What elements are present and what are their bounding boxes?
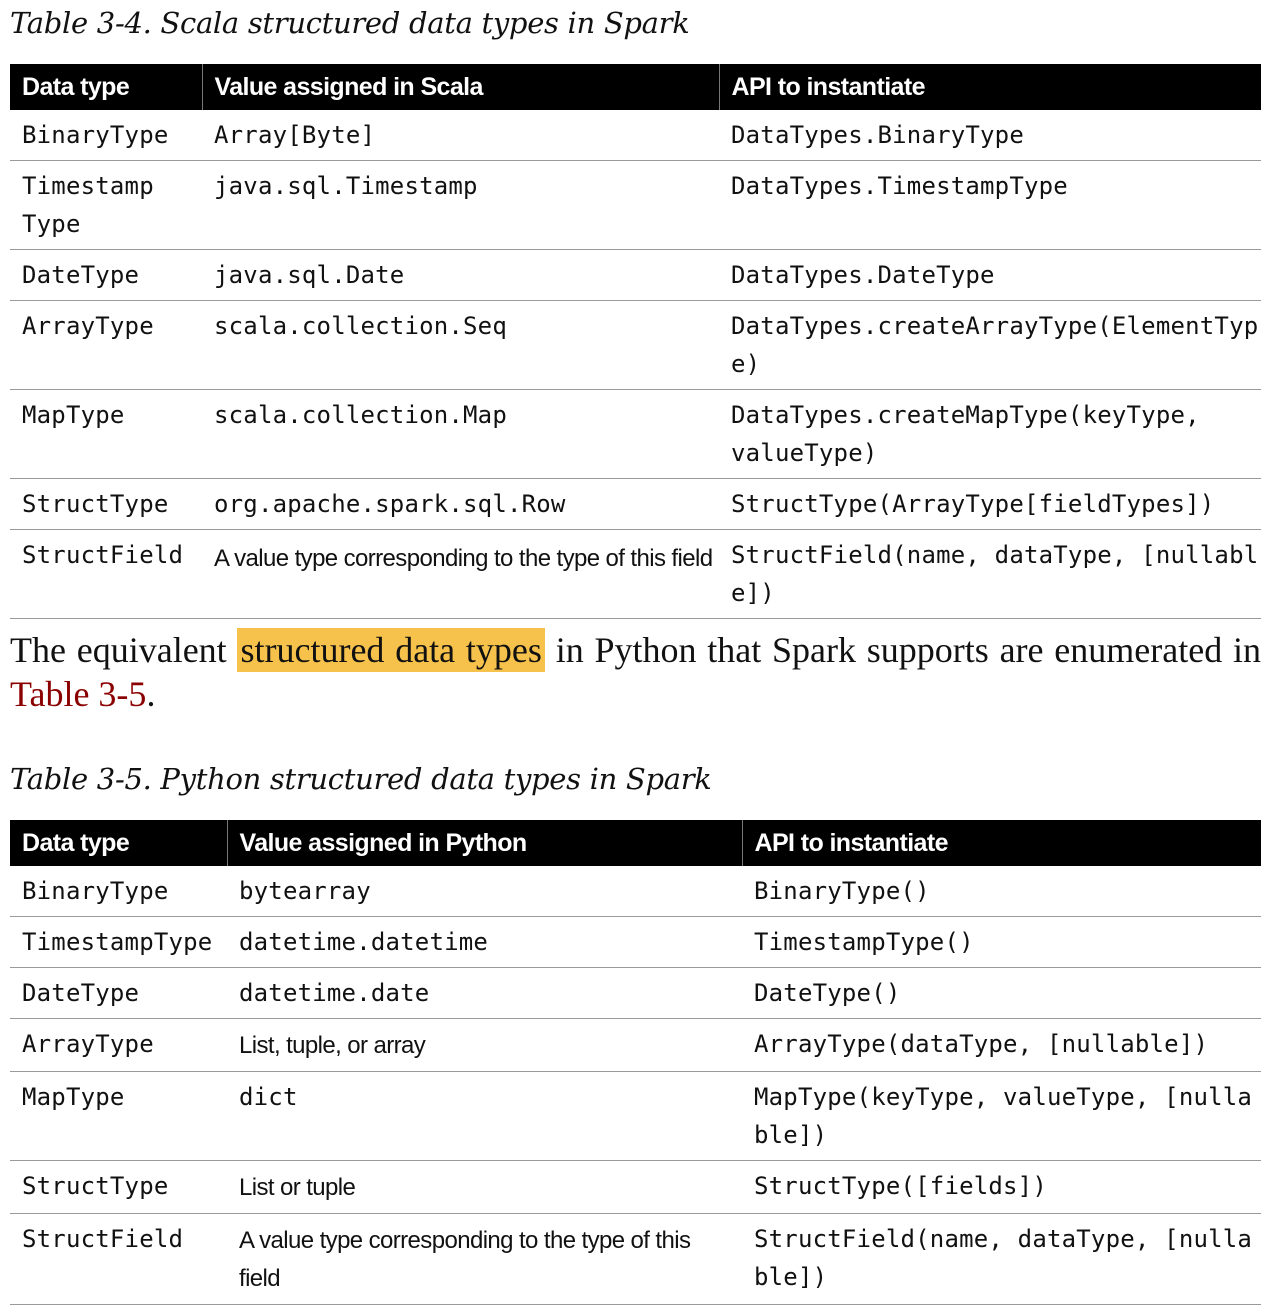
cell-api: DataTypes.DateType — [719, 249, 1261, 301]
cell-api: DataTypes.createMapType(keyType, valueTy… — [719, 389, 1261, 479]
table-header-row: Data type Value assigned in Python API t… — [10, 820, 1261, 866]
cell-value: List, tuple, or array — [227, 1018, 742, 1072]
table-row: ArrayType scala.collection.Seq DataTypes… — [10, 300, 1261, 390]
header-value-assigned: Value assigned in Scala — [202, 64, 720, 110]
table-row: Timestamp Type java.sql.Timestamp DataTy… — [10, 160, 1261, 250]
cell-api: DataTypes.TimestampType — [719, 160, 1261, 250]
table-row: StructType org.apache.spark.sql.Row Stru… — [10, 478, 1261, 530]
scala-types-table: Data type Value assigned in Scala API to… — [10, 64, 1261, 619]
header-api: API to instantiate — [719, 64, 1261, 110]
cell-data-type: StructType — [10, 478, 202, 530]
cell-data-type: DateType — [10, 967, 227, 1019]
cell-data-type: StructField — [10, 529, 202, 619]
table-row: StructField A value type corresponding t… — [10, 529, 1261, 619]
header-data-type: Data type — [10, 64, 203, 110]
table-row: DateType datetime.date DateType() — [10, 967, 1261, 1019]
cell-value: List or tuple — [227, 1160, 742, 1214]
cell-data-type: TimestampType — [10, 916, 227, 968]
cell-api: ArrayType(dataType, [nullable]) — [742, 1018, 1261, 1072]
table-row: TimestampType datetime.datetime Timestam… — [10, 916, 1261, 968]
table-row: DateType java.sql.Date DataTypes.DateTyp… — [10, 249, 1261, 301]
table-row: MapType scala.collection.Map DataTypes.c… — [10, 389, 1261, 479]
cell-api: BinaryType() — [742, 866, 1261, 917]
cell-data-type: ArrayType — [10, 300, 202, 390]
table-3-4-caption: Table 3-4. Scala structured data types i… — [10, 6, 690, 40]
table-row: BinaryType bytearray BinaryType() — [10, 866, 1261, 917]
table-row: StructField A value type corresponding t… — [10, 1213, 1261, 1305]
cell-api: DataTypes.createArrayType(ElementType) — [719, 300, 1261, 390]
header-value-assigned: Value assigned in Python — [227, 820, 743, 866]
cell-api: TimestampType() — [742, 916, 1261, 968]
cell-data-type: Timestamp Type — [10, 160, 202, 250]
cell-value: org.apache.spark.sql.Row — [202, 478, 719, 530]
cell-data-type: BinaryType — [10, 110, 202, 161]
cell-value: java.sql.Date — [202, 249, 719, 301]
cell-value: A value type corresponding to the type o… — [202, 529, 719, 619]
cell-value: scala.collection.Map — [202, 389, 719, 479]
table-row: ArrayType List, tuple, or array ArrayTyp… — [10, 1018, 1261, 1072]
cell-value: datetime.datetime — [227, 916, 742, 968]
cell-data-type: DateType — [10, 249, 202, 301]
paragraph-text: in Python that Spark supports are enumer… — [544, 630, 1261, 670]
cell-api: DateType() — [742, 967, 1261, 1019]
header-api: API to instantiate — [742, 820, 1261, 866]
cell-api: StructType([fields]) — [742, 1160, 1261, 1214]
cell-value: dict — [227, 1071, 742, 1161]
cell-data-type: StructType — [10, 1160, 227, 1214]
cell-api: StructField(name, dataType, [nullable]) — [719, 529, 1261, 619]
cell-api: MapType(keyType, valueType, [nullable]) — [742, 1071, 1261, 1161]
paragraph-text: . — [146, 674, 156, 714]
python-types-table: Data type Value assigned in Python API t… — [10, 820, 1261, 1305]
cell-data-type: BinaryType — [10, 866, 227, 917]
table-row: MapType dict MapType(keyType, valueType,… — [10, 1071, 1261, 1161]
body-paragraph: The equivalent structured data types in … — [10, 628, 1261, 716]
table-3-5-link[interactable]: Table 3-5 — [10, 674, 146, 714]
cell-value: A value type corresponding to the type o… — [227, 1213, 742, 1305]
cell-api: DataTypes.BinaryType — [719, 110, 1261, 161]
cell-api: StructType(ArrayType[fieldTypes]) — [719, 478, 1261, 530]
paragraph-text: The equivalent — [10, 630, 238, 670]
cell-value: java.sql.Timestamp — [202, 160, 719, 250]
cell-value: bytearray — [227, 866, 742, 917]
cell-data-type: MapType — [10, 1071, 227, 1161]
table-row: StructType List or tuple StructType([fie… — [10, 1160, 1261, 1214]
table-row: BinaryType Array[Byte] DataTypes.BinaryT… — [10, 110, 1261, 161]
cell-value: Array[Byte] — [202, 110, 719, 161]
table-3-5-caption: Table 3-5. Python structured data types … — [10, 762, 712, 796]
cell-value: scala.collection.Seq — [202, 300, 719, 390]
header-data-type: Data type — [10, 820, 228, 866]
table-header-row: Data type Value assigned in Scala API to… — [10, 64, 1261, 110]
cell-data-type: StructField — [10, 1213, 227, 1305]
highlighted-text[interactable]: structured data types — [237, 628, 545, 672]
cell-data-type: MapType — [10, 389, 202, 479]
cell-api: StructField(name, dataType, [nullable]) — [742, 1213, 1261, 1305]
cell-value: datetime.date — [227, 967, 742, 1019]
cell-data-type: ArrayType — [10, 1018, 227, 1072]
